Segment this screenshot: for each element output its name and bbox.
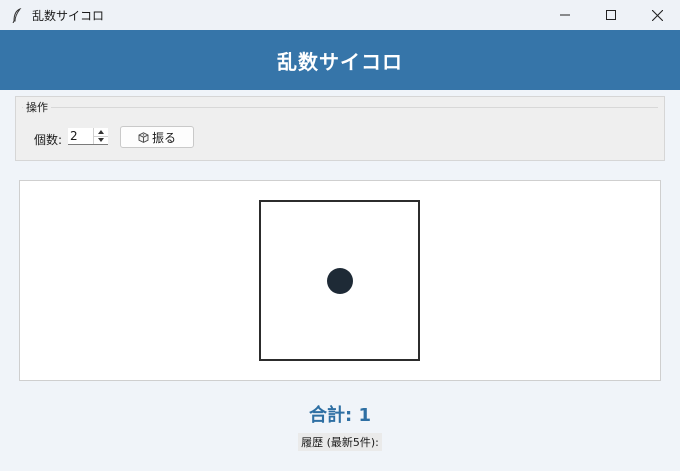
group-border [22,107,658,108]
count-spinbox[interactable] [68,128,108,145]
window-title: 乱数サイコロ [32,8,105,23]
close-icon [651,9,663,21]
count-label: 個数: [34,133,63,147]
close-button[interactable] [634,0,680,30]
caret-down-icon [98,138,104,143]
window-titlebar: 乱数サイコロ [0,0,680,30]
roll-button[interactable]: 振る [120,126,194,148]
page-title: 乱数サイコロ [277,49,403,74]
maximize-button[interactable] [588,0,634,30]
spin-down-button[interactable] [94,137,108,145]
total-label: 合計: 1 [309,405,371,426]
history-label: 履歴 (最新5件): [298,433,382,451]
feather-icon [10,7,24,23]
spin-arrows [93,128,108,144]
die-icon [138,131,149,143]
count-input[interactable] [68,128,93,144]
die-face [259,200,420,361]
maximize-icon [606,10,616,20]
window-controls [542,0,680,30]
minimize-button[interactable] [542,0,588,30]
history-container: 履歴 (最新5件): [0,433,680,451]
die-pip [327,268,353,294]
roll-button-label: 振る [151,130,176,145]
caret-up-icon [98,129,104,134]
spin-up-button[interactable] [94,128,108,137]
minimize-icon [560,14,570,16]
dice-canvas [19,180,661,381]
operations-group: 操作 個数: 振る [15,96,665,161]
operations-legend: 操作 [23,99,51,115]
app-header: 乱数サイコロ [0,30,680,90]
